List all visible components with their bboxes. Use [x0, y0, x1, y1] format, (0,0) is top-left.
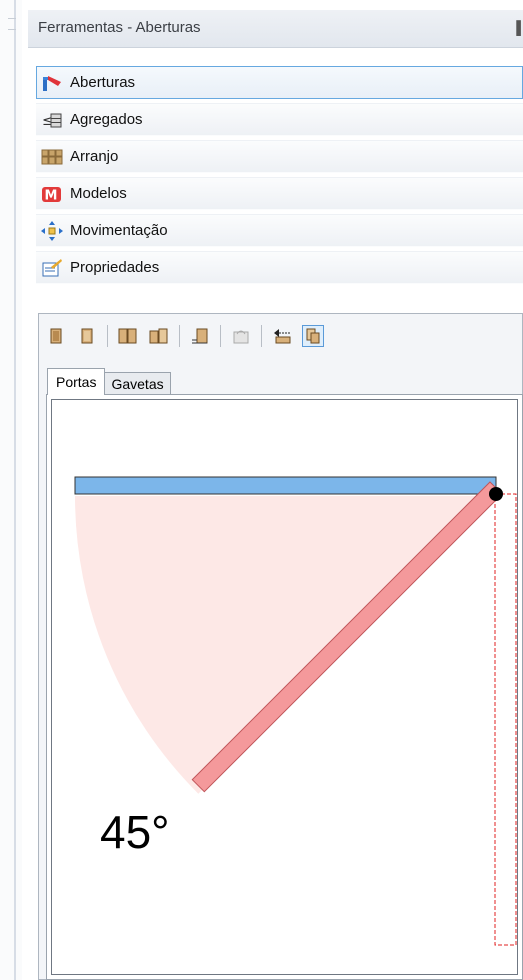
- tool-label: Agregados: [70, 111, 143, 128]
- tab-page-portas: 45°: [46, 394, 523, 980]
- tool-item-propriedades[interactable]: Propriedades: [36, 251, 523, 284]
- tool-label: Modelos: [70, 185, 127, 202]
- modelos-icon: M: [41, 183, 63, 205]
- door-preview-canvas: 45°: [51, 399, 518, 975]
- tool-label: Arranjo: [70, 148, 119, 165]
- toolbar-separator: [261, 325, 262, 347]
- tool-item-arranjo[interactable]: Arranjo: [36, 140, 523, 173]
- tool-item-movimentacao[interactable]: Movimentação: [36, 214, 523, 247]
- pin-icon[interactable]: ▐: [512, 20, 521, 35]
- tool-label: Movimentação: [70, 222, 168, 239]
- door-link-disabled-icon[interactable]: [230, 325, 252, 347]
- door-toolbar: [45, 319, 333, 353]
- panel-title: Ferramentas - Aberturas: [38, 19, 201, 36]
- dock-grip[interactable]: [8, 18, 16, 30]
- angle-label: 45°: [100, 806, 170, 858]
- propriedades-icon: [41, 257, 63, 279]
- door-panel-closed: [74, 476, 497, 495]
- svg-text:M: M: [45, 188, 58, 203]
- movimentacao-icon: [41, 220, 63, 242]
- tools-list: Aberturas ≤ Agregados Arranjo M Modelos …: [36, 66, 523, 288]
- door-editor: Portas Gavetas 45°: [38, 313, 523, 980]
- door-left-icon[interactable]: [45, 325, 67, 347]
- door-align-icon[interactable]: [189, 325, 211, 347]
- toolbar-separator: [107, 325, 108, 347]
- door-right-icon[interactable]: [76, 325, 98, 347]
- door-tabs: Portas Gavetas: [47, 368, 171, 395]
- left-dock-gutter: [0, 0, 22, 980]
- agregados-icon: ≤: [41, 109, 63, 131]
- door-view-icon[interactable]: [302, 325, 324, 347]
- tools-panel: Ferramentas - Aberturas ▐ Aberturas ≤ Ag…: [28, 0, 523, 980]
- tab-gavetas[interactable]: Gavetas: [104, 372, 171, 395]
- double-door-icon[interactable]: [117, 325, 139, 347]
- toolbar-separator: [220, 325, 221, 347]
- door-open-outline: [494, 493, 517, 946]
- tool-item-modelos[interactable]: M Modelos: [36, 177, 523, 210]
- arranjo-icon: [41, 146, 63, 168]
- tool-item-agregados[interactable]: ≤ Agregados: [36, 103, 523, 136]
- door-opening-diagram: 45°: [74, 476, 517, 946]
- tab-portas[interactable]: Portas: [47, 368, 106, 395]
- toolbar-separator: [179, 325, 180, 347]
- panel-titlebar: Ferramentas - Aberturas ▐: [28, 10, 523, 48]
- dock-divider: [14, 0, 16, 980]
- hinge-point: [489, 487, 503, 501]
- tool-label: Aberturas: [70, 74, 136, 91]
- tool-item-aberturas[interactable]: Aberturas: [36, 66, 523, 99]
- double-door-alt-icon[interactable]: [148, 325, 170, 347]
- tool-label: Propriedades: [70, 259, 160, 276]
- aberturas-icon: [41, 72, 63, 94]
- door-move-icon[interactable]: [271, 325, 293, 347]
